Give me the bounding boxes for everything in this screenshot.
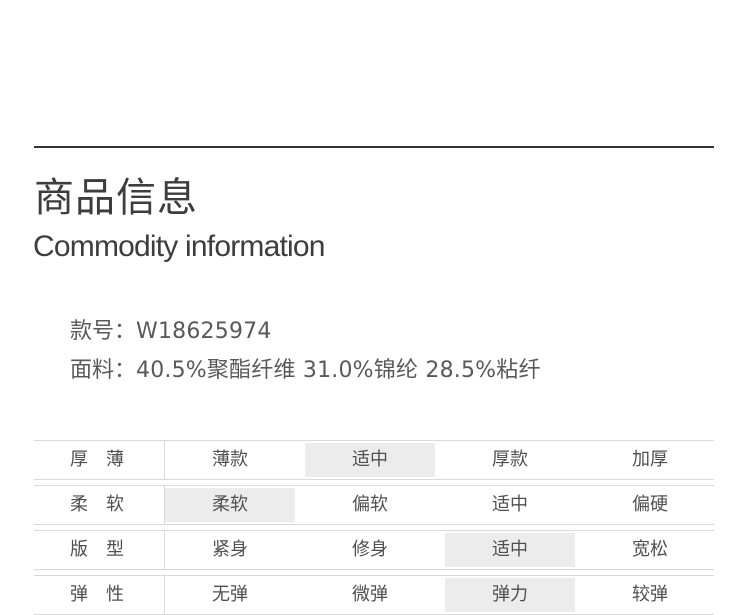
option-cell: 偏软 bbox=[352, 494, 388, 515]
spec-row-fit: 版型 紧身 修身 适中 宽松 bbox=[34, 530, 714, 570]
row-label: 版型 bbox=[70, 539, 142, 560]
spec-table: 厚薄 薄款 适中 厚款 加厚 柔软 柔软 偏软 适中 偏硬 版型 紧身 修身 适… bbox=[34, 440, 714, 615]
option-cell: 无弹 bbox=[212, 584, 248, 605]
option-cell: 较弹 bbox=[632, 584, 668, 605]
option-cell: 厚款 bbox=[492, 449, 528, 470]
option-cell-selected: 适中 bbox=[305, 443, 435, 477]
option-cell: 薄款 bbox=[212, 449, 248, 470]
row-label: 厚薄 bbox=[70, 449, 142, 470]
style-number-line: 款号：W18625974 bbox=[70, 317, 272, 347]
fabric-value: 40.5%聚酯纤维 31.0%锦纶 28.5%粘纤 bbox=[136, 358, 541, 383]
fabric-line: 面料：40.5%聚酯纤维 31.0%锦纶 28.5%粘纤 bbox=[70, 356, 541, 386]
option-cell: 适中 bbox=[492, 494, 528, 515]
option-cell: 加厚 bbox=[632, 449, 668, 470]
top-divider bbox=[34, 146, 714, 148]
option-cell-selected: 柔软 bbox=[165, 488, 295, 522]
section-title-en: Commodity information bbox=[33, 230, 325, 263]
row-label: 弹性 bbox=[70, 584, 142, 605]
option-cell: 修身 bbox=[352, 539, 388, 560]
row-label: 柔软 bbox=[70, 494, 142, 515]
option-cell-selected: 适中 bbox=[445, 533, 575, 567]
option-cell: 偏硬 bbox=[632, 494, 668, 515]
option-cell: 微弹 bbox=[352, 584, 388, 605]
option-cell: 宽松 bbox=[632, 539, 668, 560]
option-cell: 紧身 bbox=[212, 539, 248, 560]
style-number-value: W18625974 bbox=[136, 319, 272, 344]
section-title-zh: 商品信息 bbox=[34, 175, 198, 221]
spec-row-elasticity: 弹性 无弹 微弹 弹力 较弹 bbox=[34, 575, 714, 615]
spec-row-thickness: 厚薄 薄款 适中 厚款 加厚 bbox=[34, 440, 714, 480]
spec-row-softness: 柔软 柔软 偏软 适中 偏硬 bbox=[34, 485, 714, 525]
style-number-label: 款号： bbox=[70, 319, 137, 344]
option-cell-selected: 弹力 bbox=[445, 578, 575, 612]
fabric-label: 面料： bbox=[70, 358, 137, 383]
